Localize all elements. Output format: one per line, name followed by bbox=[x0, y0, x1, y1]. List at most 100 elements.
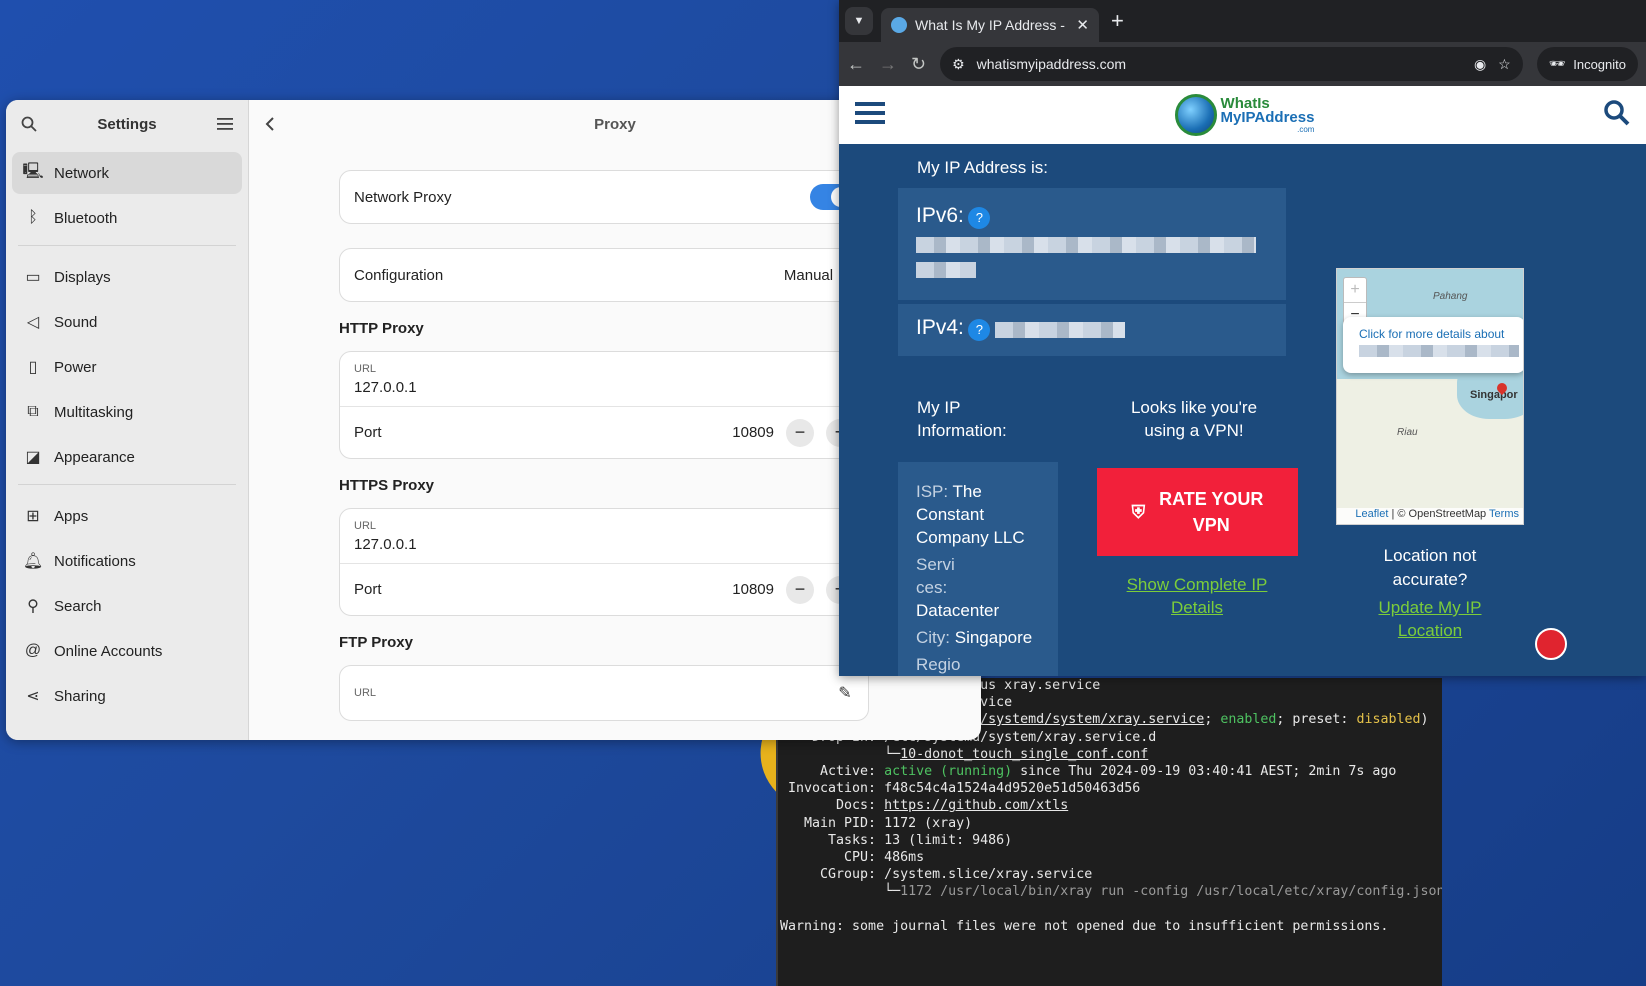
leaflet-link[interactable]: Leaflet bbox=[1355, 508, 1388, 520]
city-line: City: Singapore bbox=[916, 626, 1040, 649]
shield-icon: ⛨ bbox=[1131, 502, 1146, 522]
http-url-row[interactable]: URL 127.0.0.1 ✎ bbox=[340, 352, 868, 406]
decrement-button[interactable]: − bbox=[786, 575, 814, 604]
site-info-icon[interactable]: ⚙ bbox=[952, 56, 965, 73]
map-label: Singapor bbox=[1470, 389, 1518, 401]
terminal-text: disabled bbox=[1356, 712, 1421, 728]
terminal-text: ; preset: bbox=[1276, 712, 1357, 728]
isp-label: ISP: bbox=[916, 482, 949, 501]
https-url-field[interactable]: 127.0.0.1 bbox=[354, 536, 417, 553]
edit-pencil-icon[interactable]: ✎ bbox=[836, 684, 854, 702]
browser-tab[interactable]: What Is My IP Address - S ✕ bbox=[881, 8, 1099, 42]
eye-slash-icon[interactable]: ◉ bbox=[1474, 56, 1486, 73]
show-details-link[interactable]: Show Complete IP Details bbox=[1117, 573, 1277, 619]
services-label: Servi bbox=[916, 555, 955, 574]
logo-com: .com bbox=[1297, 124, 1315, 134]
search-icon[interactable] bbox=[20, 115, 38, 133]
back-arrow-icon[interactable] bbox=[261, 115, 279, 133]
link-line: Update My IP bbox=[1378, 598, 1482, 617]
https-port-value[interactable]: 10809 bbox=[732, 581, 774, 598]
sidebar-item-online-accounts[interactable]: @ Online Accounts bbox=[12, 630, 242, 672]
ftp-url-row[interactable]: URL ✎ bbox=[340, 666, 868, 720]
close-tab-icon[interactable]: ✕ bbox=[1076, 16, 1089, 34]
settings-sidebar: Settings 🖳 Network ᛒ Bluetooth ▭ Displays ◁… bbox=[6, 100, 249, 740]
map-label: Riau bbox=[1397, 427, 1418, 438]
update-location-link[interactable]: Update My IP Location bbox=[1364, 596, 1496, 642]
help-button[interactable]: ? bbox=[968, 206, 991, 229]
sidebar-item-label: Sound bbox=[54, 313, 98, 331]
https-url-row[interactable]: URL 127.0.0.1 ✎ bbox=[340, 509, 868, 563]
terminal-text: 1172 /usr/local/bin/xray run -config /us… bbox=[900, 884, 1442, 900]
location-map[interactable]: Pahang Riau Singapor + − Click for more … bbox=[1336, 268, 1524, 525]
zoom-in-button[interactable]: + bbox=[1344, 278, 1366, 302]
sidebar-item-label: Online Accounts bbox=[54, 642, 163, 660]
url-text[interactable]: whatismyipaddress.com bbox=[977, 56, 1462, 72]
speaker-icon: ◁ bbox=[26, 314, 40, 331]
back-arrow-icon[interactable]: ← bbox=[847, 54, 865, 75]
terminal-text: Tasks: 13 (limit: 9486) bbox=[780, 832, 1013, 848]
sidebar-item-label: Search bbox=[54, 597, 102, 615]
toolbar: ← → ↻ ⚙ whatismyipaddress.com ◉ ☆ 🕶︎ Inc… bbox=[839, 42, 1646, 86]
star-icon[interactable]: ☆ bbox=[1498, 56, 1511, 73]
link-line: Location bbox=[1397, 621, 1463, 640]
map-popup[interactable]: Click for more details about bbox=[1343, 317, 1523, 373]
sidebar-item-network[interactable]: 🖳 Network bbox=[12, 152, 242, 194]
link-line: Show Complete IP bbox=[1126, 575, 1268, 594]
info-label-line: Information: bbox=[917, 421, 1007, 440]
vpn-notice-line: Looks like you're bbox=[1130, 398, 1258, 417]
tab-search-chevron-icon[interactable]: ▼ bbox=[845, 7, 873, 35]
terminal-line: Warning: some journal files were not ope… bbox=[778, 919, 1442, 936]
help-button[interactable]: ? bbox=[968, 318, 991, 341]
rate-vpn-label: RATE YOUR bbox=[1159, 489, 1264, 509]
site-header: WhatIs MyIPAddress .com bbox=[839, 86, 1646, 144]
terminal-text: Invocation: f48c54c4a1524a4d9520e51d5046… bbox=[780, 781, 1141, 797]
https-port-stepper: 10809 − + bbox=[732, 575, 854, 604]
sidebar-item-label: Appearance bbox=[54, 448, 135, 466]
rate-vpn-button[interactable]: ⛨ RATE YOUR VPN bbox=[1097, 468, 1298, 556]
new-tab-button[interactable]: + bbox=[1111, 8, 1124, 34]
http-proxy-title: HTTP Proxy bbox=[339, 320, 424, 337]
menu-icon[interactable] bbox=[216, 115, 234, 133]
isp-value: Constant bbox=[916, 505, 985, 524]
sidebar-item-appearance[interactable]: ◪ Appearance bbox=[12, 436, 242, 478]
forward-arrow-icon[interactable]: → bbox=[879, 54, 897, 75]
terminal-line: CGroup: /system.slice/xray.service bbox=[778, 867, 1442, 884]
sidebar-item-displays[interactable]: ▭ Displays bbox=[12, 256, 242, 298]
sidebar-header: Settings bbox=[6, 100, 248, 148]
sidebar-item-power[interactable]: ▯ Power bbox=[12, 346, 242, 388]
browser-window: ▼ What Is My IP Address - S ✕ + ← → ↻ ⚙ … bbox=[839, 0, 1646, 676]
sidebar-item-notifications[interactable]: 🔔︎ Notifications bbox=[12, 540, 242, 582]
search-icon[interactable] bbox=[1604, 99, 1630, 131]
sidebar-item-sound[interactable]: ◁ Sound bbox=[12, 301, 242, 343]
divider bbox=[18, 245, 236, 246]
sidebar-item-apps[interactable]: ⊞ Apps bbox=[12, 495, 242, 537]
terminal-line: Invocation: f48c54c4a1524a4d9520e51d5046… bbox=[778, 781, 1442, 798]
configuration-row[interactable]: Configuration Manual ▼ bbox=[340, 249, 868, 301]
http-port-value[interactable]: 10809 bbox=[732, 424, 774, 441]
sidebar-item-label: Notifications bbox=[54, 552, 136, 570]
terminal-text: CGroup: /system.slice/xray.service bbox=[780, 867, 1093, 883]
address-bar[interactable]: ⚙ whatismyipaddress.com ◉ ☆ bbox=[940, 47, 1523, 81]
https-proxy-title: HTTPS Proxy bbox=[339, 477, 435, 494]
terms-link[interactable]: Terms bbox=[1489, 508, 1519, 520]
terminal-text: └─ bbox=[780, 746, 901, 762]
sidebar-item-multitasking[interactable]: ⧉ Multitasking bbox=[12, 391, 242, 433]
notification-bell-icon[interactable] bbox=[1535, 628, 1567, 660]
site-logo[interactable]: WhatIs MyIPAddress .com bbox=[1174, 94, 1315, 136]
location-question-line: accurate? bbox=[1392, 570, 1468, 589]
sidebar-item-bluetooth[interactable]: ᛒ Bluetooth bbox=[12, 197, 242, 239]
terminal-text: Warning: some journal files were not ope… bbox=[780, 918, 1389, 934]
services-value: Datacenter bbox=[916, 601, 1000, 620]
incognito-badge[interactable]: 🕶︎ Incognito bbox=[1536, 47, 1638, 81]
decrement-button[interactable]: − bbox=[786, 418, 814, 447]
reload-icon[interactable]: ↻ bbox=[911, 54, 926, 75]
ftp-proxy-title: FTP Proxy bbox=[339, 634, 413, 651]
ip-info-box: ISP: The Constant Company LLC Servi ces:… bbox=[898, 462, 1058, 676]
sidebar-item-sharing[interactable]: ⋖ Sharing bbox=[12, 675, 242, 717]
ipv6-address-redacted bbox=[916, 261, 976, 278]
hamburger-menu-icon[interactable] bbox=[855, 101, 885, 130]
http-url-field[interactable]: 127.0.0.1 bbox=[354, 379, 417, 396]
ipv4-label: IPv4: bbox=[916, 316, 964, 339]
sidebar-item-search[interactable]: ⚲ Search bbox=[12, 585, 242, 627]
